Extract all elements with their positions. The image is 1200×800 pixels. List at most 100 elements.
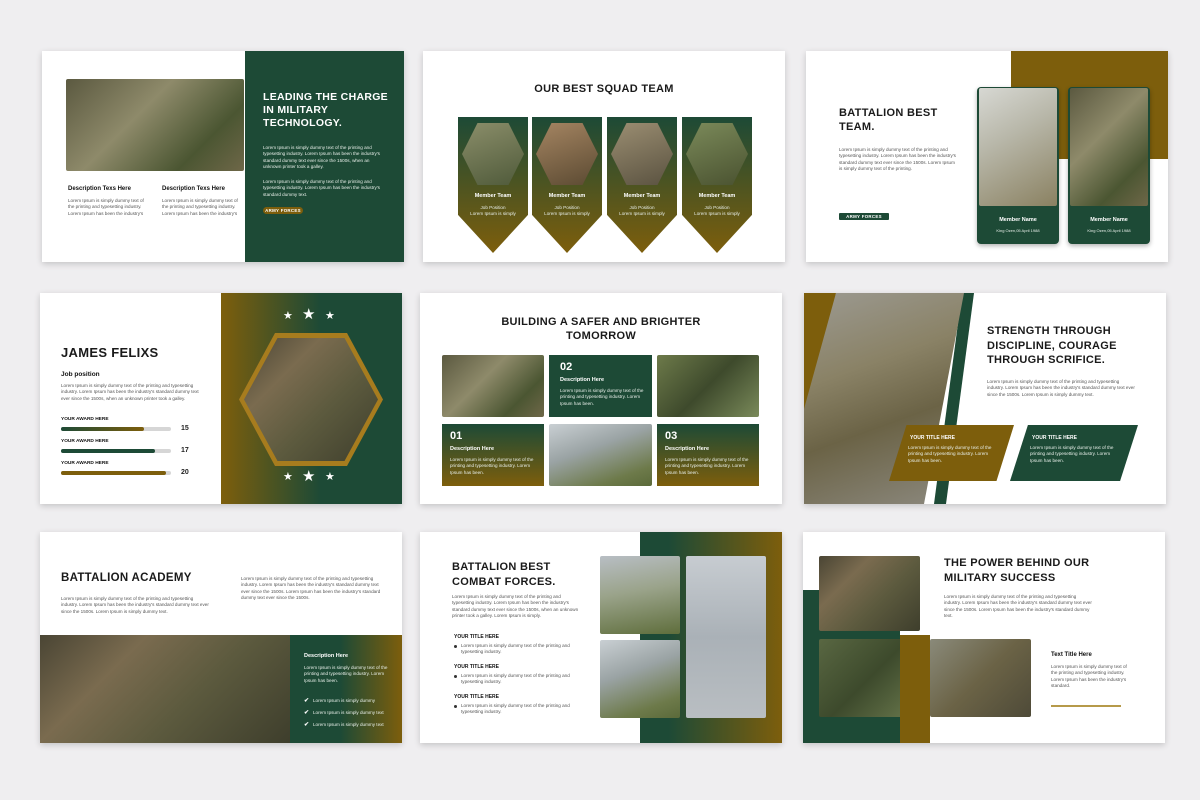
- helicopter-photo: [549, 424, 652, 486]
- item-text-3: Lorem Ipsum is simply dummy text of the …: [461, 703, 570, 715]
- item-title-1: YOUR TITLE HERE: [454, 634, 500, 640]
- box2-title: YOUR TITLE HERE: [1032, 435, 1078, 441]
- jets-photo: [686, 556, 766, 718]
- check-item-2: Lorem Ipsum is simply dummy text: [313, 710, 384, 715]
- box2-text: Lorem Ipsum is simply dummy text of the …: [1030, 445, 1114, 463]
- member-name-1: Member Team: [474, 193, 512, 199]
- paragraph-left: Lorem Ipsum is simply dummy text of the …: [61, 596, 209, 614]
- slide-title: BATTALION BEST COMBAT FORCES.: [452, 561, 556, 588]
- item-title-3: YOUR TITLE HERE: [454, 694, 500, 700]
- description-text-2: Lorem Ipsum is simply dummy text of the …: [162, 198, 238, 216]
- award-fill-3: [61, 471, 166, 475]
- bullet-icon: [454, 675, 457, 678]
- slide-profile[interactable]: JAMES FELIXS Job position Lorem Ipsum is…: [40, 293, 402, 504]
- item-box-03[interactable]: 03 Description Here Lorem Ipsum is simpl…: [657, 424, 759, 486]
- slide-battalion-academy[interactable]: BATTALION ACADEMY Lorem Ipsum is simply …: [40, 532, 402, 743]
- member-photo-2: [1070, 88, 1148, 206]
- slide-squad-team[interactable]: OUR BEST SQUAD TEAM Member Team Job Posi…: [423, 51, 785, 262]
- award-bar-1: [61, 427, 171, 431]
- check-icon: ✔: [304, 698, 310, 704]
- bullet-icon: [454, 705, 457, 708]
- member-name-2: Member Team: [548, 193, 586, 199]
- slide-title: BATTALION ACADEMY: [61, 572, 192, 584]
- description-title-2: Description Texs Here: [162, 186, 225, 192]
- item-box-01[interactable]: 01 Description Here Lorem Ipsum is simpl…: [442, 424, 544, 486]
- member-name-4: Member Team: [698, 193, 736, 199]
- text-body: Lorem Ipsum is simply dummy text of the …: [1051, 664, 1127, 689]
- army-forces-button[interactable]: ARMY FORCES: [263, 207, 303, 214]
- paragraph-1: Lorem Ipsum is simply dummy text of the …: [263, 145, 380, 170]
- profile-paragraph: Lorem Ipsum is simply dummy text of the …: [61, 383, 199, 401]
- description-text-1: Lorem Ipsum is simply dummy text of the …: [68, 198, 144, 216]
- member-text-4: Lorem Ipsum is simply: [694, 211, 740, 216]
- member-name-2: Member Name: [1090, 217, 1128, 223]
- member-sub-1: King Ozen,05 April 1988: [996, 228, 1040, 233]
- star-icon: ★: [325, 310, 335, 322]
- item-number-01: 01: [450, 430, 463, 442]
- slide-battalion-best-team[interactable]: BATTALION BEST TEAM. Lorem Ipsum is simp…: [806, 51, 1168, 262]
- check-icon: ✔: [304, 722, 310, 728]
- item-title-01: Description Here: [450, 446, 495, 452]
- troops-group-photo: [819, 556, 920, 631]
- text-title: Text Title Here: [1051, 652, 1092, 658]
- star-icon: ★: [325, 471, 335, 483]
- item-text-02: Lorem Ipsum is simply dummy text of the …: [560, 388, 644, 406]
- award-label-3: YOUR AWARD HERE: [61, 461, 109, 466]
- item-number-03: 03: [665, 430, 678, 442]
- item-text-2: Lorem Ipsum is simply dummy text of the …: [461, 673, 570, 685]
- award-fill-2: [61, 449, 155, 453]
- member-photo-1: [979, 88, 1057, 206]
- check-item-3: Lorem Ipsum is simply dummy text: [313, 722, 384, 727]
- box1-text: Lorem Ipsum is simply dummy text of the …: [908, 445, 992, 463]
- paragraph: Lorem Ipsum is simply dummy text of the …: [987, 379, 1135, 397]
- slide-title: THE POWER BEHIND OUR MILITARY SUCCESS: [944, 557, 1090, 584]
- award-value-1: 15: [181, 425, 189, 432]
- award-bar-2: [61, 449, 171, 453]
- paragraph: Lorem Ipsum is simply dummy text of the …: [944, 594, 1092, 619]
- tank-photo: [600, 556, 680, 634]
- troops-photo: [40, 635, 290, 743]
- paragraph-2: Lorem Ipsum is simply dummy text of the …: [263, 179, 380, 197]
- item-title-02: Description Here: [560, 377, 605, 383]
- award-fill-1: [61, 427, 144, 431]
- army-forces-button[interactable]: ARMY FORCES: [839, 213, 889, 220]
- slide-title: LEADING THE CHARGE IN MILITARY TECHNOLOG…: [263, 91, 388, 129]
- item-text-1: Lorem Ipsum is simply dummy text of the …: [461, 643, 570, 655]
- item-text-03: Lorem Ipsum is simply dummy text of the …: [665, 457, 749, 475]
- slide-title: BUILDING A SAFER AND BRIGHTER TOMORROW: [501, 316, 701, 342]
- gold-block: [900, 635, 930, 743]
- item-number-02: 02: [560, 361, 573, 373]
- paragraph: Lorem Ipsum is simply dummy text of the …: [452, 594, 579, 619]
- check-item-1: Lorem Ipsum is simply dummy: [313, 698, 376, 703]
- check-icon: ✔: [304, 710, 310, 716]
- slide-safer-tomorrow[interactable]: BUILDING A SAFER AND BRIGHTER TOMORROW 0…: [420, 293, 782, 504]
- paragraph-right: Lorem Ipsum is simply dummy text of the …: [241, 576, 381, 601]
- item-box-02[interactable]: 02 Description Here Lorem Ipsum is simpl…: [549, 355, 652, 417]
- member-sub-2: King Ozen,05 April 1988: [1087, 228, 1131, 233]
- description-title: Description Here: [304, 653, 349, 659]
- member-text-2: Lorem Ipsum is simply: [544, 211, 590, 216]
- star-icon: ★: [302, 306, 316, 323]
- bullet-icon: [454, 645, 457, 648]
- award-bar-3: [61, 471, 171, 475]
- award-value-3: 20: [181, 469, 189, 476]
- slide-combat-forces[interactable]: BATTALION BEST COMBAT FORCES. Lorem Ipsu…: [420, 532, 782, 743]
- slide-title: OUR BEST SQUAD TEAM: [534, 83, 674, 95]
- helicopter-photo: [600, 640, 680, 718]
- item-text-01: Lorem Ipsum is simply dummy text of the …: [450, 457, 534, 475]
- slide-power-behind-success[interactable]: THE POWER BEHIND OUR MILITARY SUCCESS Lo…: [803, 532, 1165, 743]
- member-text-1: Lorem Ipsum is simply: [470, 211, 516, 216]
- job-position: Job position: [61, 371, 100, 378]
- slide-title: BATTALION BEST TEAM.: [839, 107, 938, 133]
- slide-leading-the-charge[interactable]: Description Texs Here Lorem Ipsum is sim…: [42, 51, 404, 262]
- profile-name: JAMES FELIXS: [61, 345, 159, 360]
- slide-strength-through-discipline[interactable]: STRENGTH THROUGH DISCIPLINE, COURAGE THR…: [804, 293, 1166, 504]
- award-value-2: 17: [181, 447, 189, 454]
- underline-divider: [1051, 705, 1121, 707]
- award-label-2: YOUR AWARD HERE: [61, 439, 109, 444]
- member-text-3: Lorem Ipsum is simply: [619, 211, 665, 216]
- description-title-1: Description Texs Here: [68, 186, 131, 192]
- award-label-1: YOUR AWARD HERE: [61, 417, 109, 422]
- soldiers-photo: [66, 79, 244, 171]
- description-panel[interactable]: Description Here Lorem Ipsum is simply d…: [290, 635, 402, 743]
